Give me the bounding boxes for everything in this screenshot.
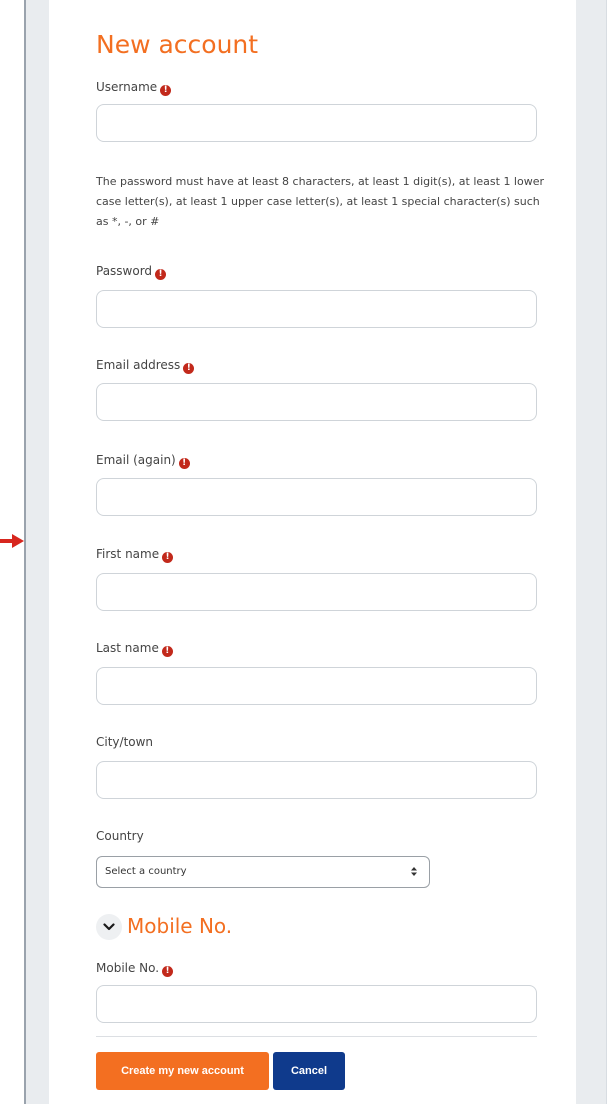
- mobile-label-text: Mobile No.: [96, 961, 160, 975]
- required-icon: !: [183, 363, 195, 374]
- page-title: New account: [96, 30, 259, 59]
- last-name-label-text: Last name: [96, 641, 159, 655]
- password-policy-text: The password must have at least 8 charac…: [96, 175, 545, 228]
- mobile-input[interactable]: [96, 985, 537, 1023]
- create-account-button[interactable]: Create my new account: [96, 1052, 269, 1090]
- first-name-label-text: First name: [96, 547, 160, 561]
- city-input[interactable]: [96, 761, 537, 799]
- last-name-label: Last name!: [96, 640, 173, 657]
- email-again-label: Email (again)!: [96, 452, 190, 469]
- up-down-caret-icon: [411, 857, 417, 887]
- country-label: Country: [96, 828, 144, 844]
- email-input[interactable]: [96, 383, 537, 421]
- email-again-input[interactable]: [96, 478, 537, 516]
- password-input[interactable]: [96, 290, 537, 328]
- first-name-label: First name!: [96, 546, 174, 563]
- annotation-arrow-icon: [0, 534, 24, 548]
- username-label: Username!: [96, 79, 172, 96]
- required-icon: !: [160, 85, 172, 96]
- country-select[interactable]: Select a country: [96, 856, 430, 888]
- first-name-input[interactable]: [96, 573, 537, 611]
- required-icon: !: [162, 966, 174, 977]
- required-icon: !: [178, 458, 190, 469]
- country-label-text: Country: [96, 829, 144, 843]
- password-label-text: Password: [96, 264, 153, 278]
- required-icon: !: [161, 646, 173, 657]
- country-select-value: Select a country: [105, 866, 187, 877]
- email-label-text: Email address: [96, 358, 181, 372]
- mobile-label: Mobile No.!: [96, 960, 174, 977]
- username-label-text: Username: [96, 80, 158, 94]
- password-label: Password!: [96, 263, 167, 280]
- required-icon: !: [162, 552, 174, 563]
- chevron-down-icon: [96, 914, 122, 940]
- city-label-text: City/town: [96, 735, 154, 749]
- email-label: Email address!: [96, 357, 195, 374]
- username-input[interactable]: [96, 104, 537, 142]
- cancel-button[interactable]: Cancel: [273, 1052, 345, 1090]
- required-icon: !: [155, 269, 167, 280]
- mobile-section-title: Mobile No.: [127, 914, 233, 938]
- city-label: City/town: [96, 734, 153, 750]
- last-name-input[interactable]: [96, 667, 537, 705]
- form-divider: [96, 1036, 537, 1037]
- email-again-label-text: Email (again): [96, 453, 176, 467]
